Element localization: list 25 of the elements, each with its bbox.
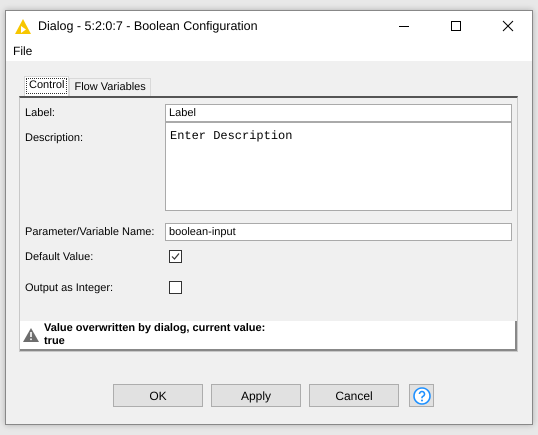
field-label: Parameter/Variable Name: — [25, 225, 156, 238]
warning-text: Value overwritten by dialog, current value: — [44, 322, 266, 335]
checkbox[interactable] — [169, 250, 182, 263]
window-title: Dialog - 5:2:0:7 - Boolean Configuration — [38, 19, 258, 33]
description-field[interactable]: Enter Description — [165, 122, 512, 211]
field-label: Label: — [25, 106, 56, 119]
dialog-button[interactable]: OK — [113, 384, 203, 407]
field-label: Default Value: — [25, 250, 94, 263]
field-label: Description: — [25, 131, 84, 144]
maximize-icon[interactable] — [450, 20, 462, 32]
warning-icon — [23, 328, 39, 342]
warning-text: true — [44, 335, 66, 348]
tab[interactable]: Flow Variables — [69, 78, 151, 96]
text-field[interactable]: Label — [165, 104, 512, 122]
tab[interactable]: Control — [24, 76, 70, 96]
text-field[interactable]: boolean-input — [165, 223, 512, 241]
help-icon — [412, 386, 430, 404]
help-button[interactable] — [409, 384, 434, 407]
checkbox[interactable] — [169, 281, 182, 294]
dialog-button[interactable]: Apply — [211, 384, 301, 407]
triangle-logo-icon — [15, 18, 31, 34]
close-icon[interactable] — [502, 20, 514, 32]
field-label: Output as Integer: — [25, 281, 114, 294]
menu-item[interactable]: File — [13, 44, 32, 58]
dialog-button[interactable]: Cancel — [309, 384, 399, 407]
